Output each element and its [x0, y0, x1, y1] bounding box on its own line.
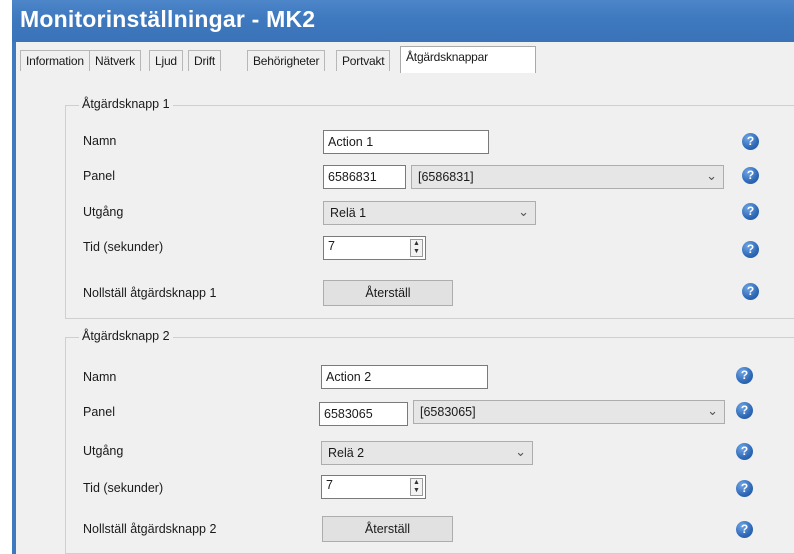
time-value: 7 — [326, 478, 333, 492]
name-field[interactable]: Action 2 — [321, 365, 488, 389]
chevron-down-icon: ⌄ — [706, 168, 717, 183]
help-icon[interactable]: ? — [742, 133, 759, 150]
output-label: Utgång — [83, 205, 124, 219]
tab-natverk[interactable]: Nätverk — [89, 50, 141, 72]
window-title: Monitorinställningar - MK2 — [20, 6, 316, 32]
output-label: Utgång — [83, 444, 124, 458]
reset-label: Nollställ åtgärdsknapp 2 — [83, 522, 217, 536]
help-icon[interactable]: ? — [736, 521, 753, 538]
tab-atgardsknappar[interactable]: Åtgärdsknappar — [400, 46, 536, 73]
tab-information[interactable]: Information — [20, 50, 90, 72]
time-stepper[interactable]: 7 ▲ ▼ — [321, 475, 426, 499]
tab-ljud[interactable]: Ljud — [149, 50, 183, 72]
tab-drift[interactable]: Drift — [188, 50, 221, 72]
panel-select[interactable]: [6583065] ⌄ — [413, 400, 725, 424]
panel-label: Panel — [83, 169, 115, 183]
chevron-down-icon: ⌄ — [515, 444, 526, 459]
panel-id-field[interactable]: 6586831 — [323, 165, 406, 189]
tab-behorigheter[interactable]: Behörigheter — [247, 50, 326, 72]
stepper-up-icon[interactable]: ▲ — [411, 240, 422, 248]
stepper-up-icon[interactable]: ▲ — [411, 479, 422, 487]
help-icon[interactable]: ? — [736, 402, 753, 419]
stepper-buttons[interactable]: ▲ ▼ — [410, 239, 423, 257]
output-select[interactable]: Relä 1 ⌄ — [323, 201, 536, 225]
reset-button[interactable]: Återställ — [322, 516, 453, 542]
panel-select-value: [6586831] — [418, 170, 474, 184]
help-icon[interactable]: ? — [736, 443, 753, 460]
panel-select[interactable]: [6586831] ⌄ — [411, 165, 724, 189]
tab-portvakt[interactable]: Portvakt — [336, 50, 391, 72]
panel-label: Panel — [83, 405, 115, 419]
group-legend: Åtgärdsknapp 2 — [79, 329, 173, 343]
time-label: Tid (sekunder) — [83, 481, 164, 495]
reset-label: Nollställ åtgärdsknapp 1 — [83, 286, 217, 300]
panel-select-value: [6583065] — [420, 405, 476, 419]
help-icon[interactable]: ? — [736, 480, 753, 497]
name-label: Namn — [83, 134, 117, 148]
help-icon[interactable]: ? — [742, 167, 759, 184]
output-select[interactable]: Relä 2 ⌄ — [321, 441, 533, 465]
group-legend: Åtgärdsknapp 1 — [79, 97, 173, 111]
output-select-value: Relä 1 — [330, 206, 367, 220]
output-select-value: Relä 2 — [328, 446, 365, 460]
tab-strip: Information Nätverk Ljud Drift Behörighe… — [16, 42, 794, 73]
group-action-button-2: Åtgärdsknapp 2 Namn Action 2 ? Panel 658… — [65, 329, 794, 554]
chevron-down-icon: ⌄ — [707, 403, 718, 418]
name-field[interactable]: Action 1 — [323, 130, 489, 154]
time-stepper[interactable]: 7 ▲ ▼ — [323, 236, 426, 260]
stepper-down-icon[interactable]: ▼ — [411, 248, 422, 256]
panel-id-field[interactable]: 6583065 — [319, 402, 408, 426]
chevron-down-icon: ⌄ — [518, 204, 529, 219]
stepper-down-icon[interactable]: ▼ — [411, 487, 422, 495]
help-icon[interactable]: ? — [742, 203, 759, 220]
group-action-button-1: Åtgärdsknapp 1 Namn Action 1 ? Panel 658… — [65, 97, 794, 319]
help-icon[interactable]: ? — [742, 283, 759, 300]
tab-panel: Åtgärdsknapp 1 Namn Action 1 ? Panel 658… — [16, 71, 794, 554]
help-icon[interactable]: ? — [736, 367, 753, 384]
window-titlebar[interactable]: Monitorinställningar - MK2 — [12, 0, 794, 42]
stepper-buttons[interactable]: ▲ ▼ — [410, 478, 423, 496]
help-icon[interactable]: ? — [742, 241, 759, 258]
time-value: 7 — [328, 239, 335, 253]
time-label: Tid (sekunder) — [83, 240, 164, 254]
name-label: Namn — [83, 370, 117, 384]
reset-button[interactable]: Återställ — [323, 280, 453, 306]
